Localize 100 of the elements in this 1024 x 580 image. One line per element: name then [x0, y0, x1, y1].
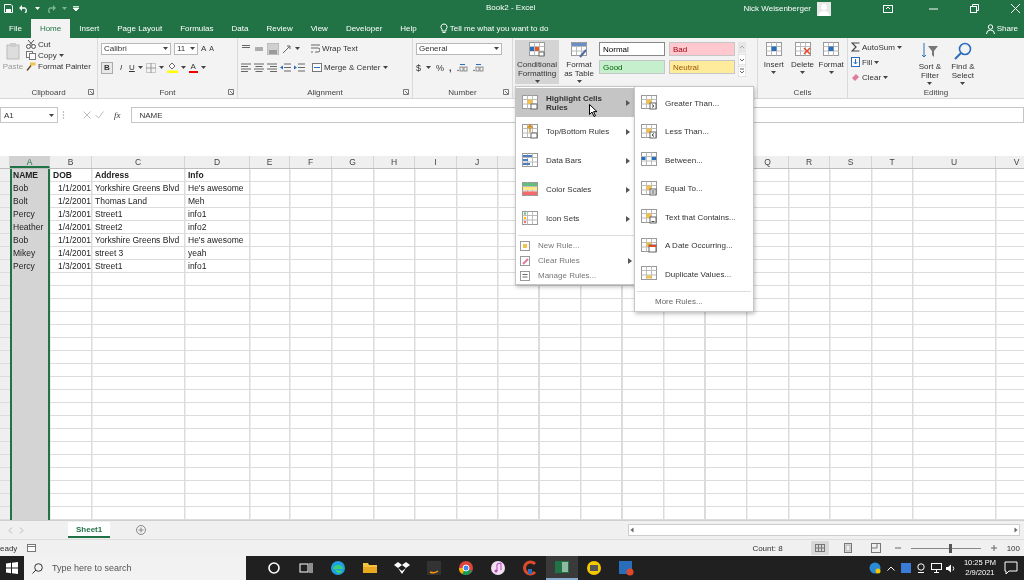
clear-button[interactable]: Clear	[851, 70, 902, 84]
column-header[interactable]: S	[830, 156, 872, 168]
sort-filter-button[interactable]: Sort & Filter	[914, 40, 945, 86]
close-icon[interactable]	[1011, 4, 1020, 13]
currency-button[interactable]: $	[416, 62, 421, 73]
search-field[interactable]: Type here to search	[24, 556, 246, 580]
macro-record-icon[interactable]	[27, 544, 37, 552]
cells-button[interactable]: Insert	[761, 40, 787, 86]
zoom-in-icon[interactable]	[990, 545, 997, 551]
ribbon-tab[interactable]: Formulas	[171, 19, 223, 38]
font-size-field[interactable]: 11	[174, 42, 198, 55]
column-header[interactable]: B	[50, 156, 92, 168]
sheet-tab[interactable]: Sheet1	[68, 522, 111, 538]
menu-item[interactable]: A Date Occurring...	[635, 231, 753, 260]
fill-button[interactable]: Fill	[851, 55, 902, 69]
menu-item[interactable]: Manage Rules...	[516, 268, 636, 283]
zoom-level[interactable]: 100	[1006, 543, 1020, 553]
tell-me-search[interactable]: Tell me what you want to do	[439, 19, 549, 38]
ribbon-tab[interactable]: Data	[222, 19, 258, 38]
column-header[interactable]: V	[996, 156, 1024, 168]
format-as-table-button[interactable]: Format as Table	[562, 40, 596, 86]
column-header[interactable]: G	[332, 156, 374, 168]
dialog-launcher-icon[interactable]	[503, 89, 509, 95]
cells-button[interactable]: Format	[818, 40, 844, 86]
align-center-icon[interactable]	[254, 63, 264, 72]
autosum-button[interactable]: AutoSum	[851, 40, 902, 54]
menu-item[interactable]: Text that Contains...	[635, 203, 753, 232]
undo-icon[interactable]	[19, 4, 29, 13]
format-painter-button[interactable]: Format Painter	[26, 62, 91, 71]
column-header[interactable]: A	[10, 156, 50, 168]
ribbon-tab[interactable]: Review	[257, 19, 302, 38]
align-left-icon[interactable]	[241, 63, 251, 72]
number-format-field[interactable]: General	[416, 42, 502, 55]
ribbon-tab[interactable]: File	[0, 19, 31, 38]
menu-item[interactable]: Equal To...	[635, 174, 753, 203]
tray-app-icon[interactable]	[900, 563, 911, 573]
ribbon-tab[interactable]: View	[301, 19, 337, 38]
decrease-decimal-icon[interactable]	[472, 63, 484, 72]
column-header[interactable]: D	[185, 156, 250, 168]
column-header[interactable]: C	[92, 156, 185, 168]
save-icon[interactable]	[4, 4, 13, 13]
font-color-button[interactable]: A	[188, 62, 198, 73]
dialog-launcher-icon[interactable]	[88, 89, 94, 95]
menu-item[interactable]: Highlight Cells Rules	[516, 88, 636, 117]
cells-button[interactable]: Delete	[789, 40, 816, 86]
scroll-right-icon[interactable]	[1013, 527, 1019, 533]
increase-decimal-icon[interactable]	[456, 63, 468, 72]
bold-button[interactable]: B	[101, 61, 113, 74]
wrap-text-button[interactable]: Wrap Text	[311, 44, 358, 53]
cut-button[interactable]: Cut	[26, 40, 91, 49]
view-button[interactable]	[810, 541, 829, 555]
dialog-launcher-icon[interactable]	[403, 89, 409, 95]
ribbon-tab[interactable]: Insert	[70, 19, 109, 38]
add-sheet-icon[interactable]	[136, 525, 147, 535]
merge-center-button[interactable]: Merge & Center	[312, 63, 381, 72]
decrease-indent-icon[interactable]	[280, 63, 291, 72]
notification-icon[interactable]	[1004, 561, 1018, 575]
menu-item[interactable]: More Rules...	[635, 293, 753, 309]
column-header[interactable]: F	[290, 156, 332, 168]
scroll-down-icon[interactable]	[738, 54, 746, 65]
increase-indent-icon[interactable]	[294, 63, 305, 72]
menu-item[interactable]: Clear Rules	[516, 253, 636, 268]
ribbon-display-icon[interactable]	[883, 4, 893, 13]
column-header[interactable]: T	[872, 156, 913, 168]
column-header[interactable]: U	[913, 156, 996, 168]
align-right-icon[interactable]	[267, 63, 277, 72]
column-header[interactable]: E	[250, 156, 290, 168]
copy-button[interactable]: Copy	[26, 51, 91, 60]
ribbon-tab[interactable]: Home	[30, 19, 71, 38]
volume-icon[interactable]	[945, 563, 956, 573]
orientation-icon[interactable]	[282, 43, 292, 54]
horizontal-scrollbar[interactable]	[628, 524, 1020, 536]
menu-item[interactable]: Duplicate Values...	[635, 260, 753, 289]
font-name-field[interactable]: Calibri	[101, 42, 171, 55]
share-button[interactable]: Share	[985, 19, 1018, 38]
cell-style[interactable]: Good	[599, 60, 665, 74]
name-box[interactable]: A1	[0, 107, 58, 123]
find-select-button[interactable]: Find & Select	[947, 40, 978, 86]
chevron-up-icon[interactable]	[886, 565, 895, 571]
customize-toolbar-icon[interactable]	[73, 6, 79, 11]
grow-font-button[interactable]: A	[201, 44, 207, 53]
conditional-formatting-button[interactable]: Conditional Formatting	[515, 40, 559, 84]
percent-button[interactable]: %	[436, 62, 445, 73]
insert-function-button[interactable]: fx	[114, 110, 121, 120]
dialog-launcher-icon[interactable]	[228, 89, 234, 95]
redo-icon[interactable]	[46, 4, 56, 13]
avatar-icon[interactable]	[817, 1, 831, 16]
more-styles-icon[interactable]	[738, 66, 746, 77]
column-header[interactable]: J	[457, 156, 498, 168]
cell-style[interactable]: Normal	[599, 42, 665, 56]
comma-button[interactable]: ,	[449, 62, 452, 73]
network-icon[interactable]	[930, 563, 942, 573]
scroll-left-icon[interactable]	[629, 527, 635, 533]
ribbon-tab[interactable]: Developer	[336, 19, 392, 38]
cell-style[interactable]: Bad	[669, 42, 735, 56]
restore-icon[interactable]	[970, 4, 979, 13]
column-header[interactable]: R	[789, 156, 830, 168]
column-header[interactable]: I	[415, 156, 457, 168]
cell-style[interactable]: Neutral	[669, 60, 735, 74]
webcam-icon[interactable]	[916, 563, 925, 573]
